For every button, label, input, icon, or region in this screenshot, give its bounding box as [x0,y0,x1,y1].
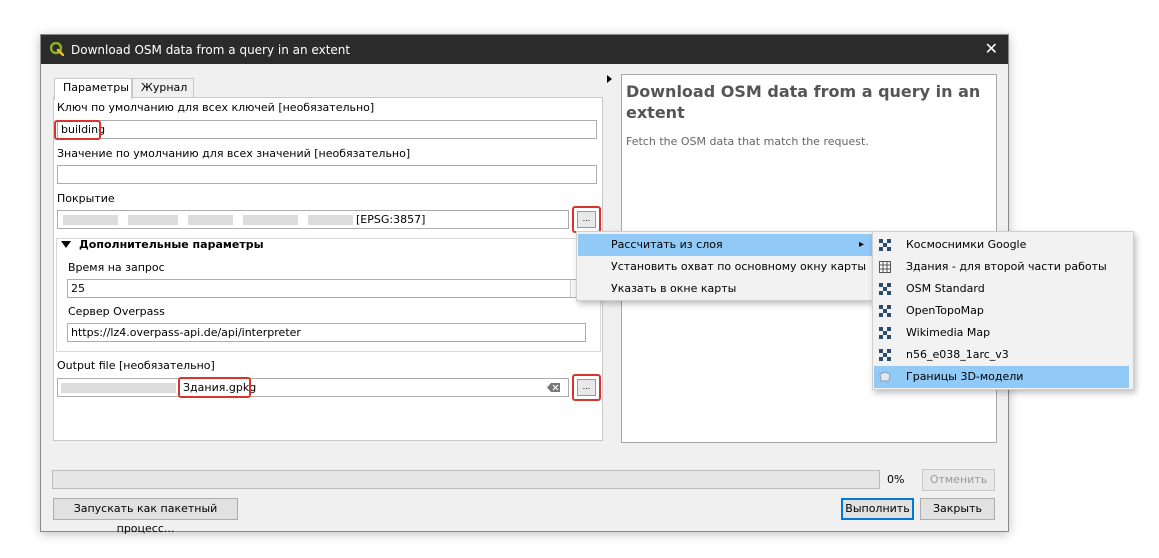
server-label: Сервер Overpass [68,305,165,318]
blurred-coordinates [128,215,178,225]
qgis-logo-icon [50,42,64,56]
extent-crs: [EPSG:3857] [356,213,426,226]
key-input[interactable]: building [57,120,597,139]
blurred-coordinates [243,215,298,225]
timeout-label: Время на запрос [68,261,165,274]
layer-item-dem[interactable]: n56_e038_1arc_v3 [874,344,1132,366]
progress-bar [52,470,880,489]
layer-submenu: Космоснимки Google Здания - для второй ч… [872,231,1134,390]
layer-item-wikimedia-map[interactable]: Wikimedia Map [874,322,1132,344]
help-title: Download OSM data from a query in an ext… [626,82,981,122]
layer-item-osm-standard[interactable]: OSM Standard [874,278,1132,300]
layer-item-label: Границы 3D-модели [906,370,1024,383]
window-title: Download OSM data from a query in an ext… [71,43,351,57]
blurred-coordinates [308,215,353,225]
run-button[interactable]: Выполнить [841,498,914,520]
blurred-coordinates [63,215,118,225]
layer-item-label: Космоснимки Google [906,238,1027,251]
value-input[interactable] [57,165,597,184]
key-label: Ключ по умолчанию для всех ключей [необя… [57,101,375,114]
raster-layer-icon [879,327,891,339]
layer-item-label: OpenTopoMap [906,304,984,317]
menu-item-label: Рассчитать из слоя [611,238,723,251]
raster-layer-icon [879,349,891,361]
layer-item-label: n56_e038_1arc_v3 [906,348,1009,361]
menu-item-label: Установить охват по основному окну карты [611,260,867,273]
raster-layer-icon [879,305,891,317]
batch-process-button[interactable]: Запускать как пакетный процесс... [53,498,238,535]
timeout-spinbox[interactable]: 25 [67,279,586,298]
splitter-arrow-icon[interactable] [607,75,613,83]
cancel-button[interactable]: Отменить [922,469,995,491]
menu-item-draw-on-canvas[interactable]: Указать в окне карты [578,278,872,300]
title-bar: Download OSM data from a query in an ext… [41,35,1008,64]
progress-text: 0% [887,473,905,486]
help-description: Fetch the OSM data that match the reques… [626,135,869,148]
layer-item-opentopomap[interactable]: OpenTopoMap [874,300,1132,322]
raster-layer-icon [879,283,891,295]
blurred-coordinates [188,215,233,225]
layer-item-label: OSM Standard [906,282,985,295]
tab-parameters[interactable]: Параметры [54,78,132,100]
collapse-arrow-icon[interactable] [61,241,71,249]
server-input[interactable]: https://lz4.overpass-api.de/api/interpre… [67,323,586,342]
output-button-highlight [572,374,601,401]
extent-label: Покрытие [57,192,115,205]
clear-icon[interactable] [547,383,560,392]
layer-item-3d-boundaries[interactable]: Границы 3D-модели [874,366,1129,388]
layer-item-buildings-table[interactable]: Здания - для второй части работы [874,256,1132,278]
submenu-arrow-icon: ▸ [859,239,865,250]
close-icon[interactable]: ✕ [985,39,998,58]
layer-item-label: Wikimedia Map [906,326,991,339]
menu-item-calculate-from-layer[interactable]: Рассчитать из слоя ▸ [578,234,872,256]
menu-item-use-map-canvas-extent[interactable]: Установить охват по основному окну карты [578,256,872,278]
close-button[interactable]: Закрыть [920,498,995,520]
output-filename-highlight [178,377,251,398]
raster-layer-icon [879,239,891,251]
value-label: Значение по умолчанию для всех значений … [57,147,411,160]
output-label: Output file [необязательно] [57,359,215,372]
extent-menu: Рассчитать из слоя ▸ Установить охват по… [576,231,874,301]
layer-item-label: Здания - для второй части работы [906,260,1107,273]
blurred-path [61,383,176,393]
tab-log[interactable]: Журнал [132,78,194,99]
layer-item-google-satellite[interactable]: Космоснимки Google [874,234,1132,256]
output-file-input[interactable]: Здания.gpkg [57,378,569,397]
extent-button-highlight [572,206,601,233]
extent-input[interactable]: [EPSG:3857] [57,210,569,229]
polygon-layer-icon [879,371,891,382]
menu-item-label: Указать в окне карты [611,282,737,295]
advanced-label[interactable]: Дополнительные параметры [79,238,264,251]
table-layer-icon [879,261,891,273]
key-highlight [54,120,101,140]
